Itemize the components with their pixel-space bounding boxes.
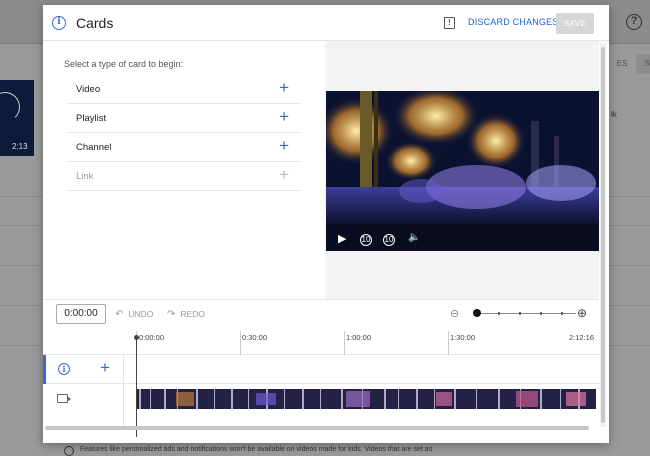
- zoom-tick: [519, 312, 521, 315]
- help-icon[interactable]: ?: [626, 14, 642, 30]
- card-type-video[interactable]: Video +: [67, 75, 301, 104]
- horizontal-scrollbar[interactable]: [43, 425, 591, 431]
- save-button[interactable]: SAVE: [556, 13, 594, 34]
- ruler-tick-label: 1:30:00: [450, 333, 476, 342]
- redo-button[interactable]: ↷ REDO: [167, 309, 205, 320]
- card-type-picker: Select a type of card to begin: Video + …: [43, 41, 325, 299]
- redo-icon: ↷: [167, 309, 176, 320]
- cards-track[interactable]: i +: [43, 355, 599, 384]
- video-preview[interactable]: ▶ 10 10 🔈: [326, 91, 599, 251]
- ruler-tick: [240, 331, 241, 355]
- timeline-toolbar: 0:00:00 ↶ UNDO ↷ REDO ⊖ ⊕: [43, 299, 599, 327]
- cards-track-icon: i: [58, 363, 70, 375]
- forward-10-icon[interactable]: 10: [383, 234, 395, 246]
- ruler-tick-label: 0:30:00: [242, 333, 268, 342]
- picker-prompt: Select a type of card to begin:: [64, 59, 184, 69]
- add-icon: +: [279, 165, 289, 184]
- volume-icon[interactable]: 🔈: [408, 232, 420, 243]
- background-right-button-1: ES: [608, 54, 636, 74]
- horizontal-scrollbar-thumb[interactable]: [45, 426, 589, 430]
- background-kids-notice: Features like personalized ads and notif…: [80, 446, 433, 453]
- timeline-ruler[interactable]: 0:00:00 0:30:00 1:00:00 1:30:00 2:12:16: [43, 327, 599, 355]
- undo-button[interactable]: ↶ UNDO: [115, 309, 153, 320]
- feedback-icon[interactable]: !: [444, 17, 455, 29]
- preview-panel: ▶ 10 10 🔈: [325, 41, 599, 299]
- card-type-link: Link +: [67, 162, 301, 191]
- ruler-tick-label: 0:00:00: [139, 333, 165, 342]
- add-card-icon[interactable]: +: [100, 358, 110, 378]
- redo-label: REDO: [180, 309, 205, 319]
- rewind-10-icon[interactable]: 10: [360, 234, 372, 246]
- info-icon[interactable]: i: [52, 16, 66, 30]
- vertical-scrollbar[interactable]: [600, 43, 606, 427]
- dialog-header: i Cards ! DISCARD CHANGES SAVE: [43, 5, 609, 41]
- add-icon[interactable]: +: [279, 78, 289, 98]
- playhead-line[interactable]: [136, 337, 137, 437]
- video-filmstrip[interactable]: [136, 389, 596, 409]
- card-type-label: Playlist: [76, 113, 107, 124]
- zoom-tick: [561, 312, 563, 315]
- zoom-slider-handle[interactable]: [473, 309, 481, 317]
- ruler-tick: [448, 331, 449, 355]
- undo-icon: ↶: [115, 309, 124, 320]
- background-info-icon: [64, 446, 74, 456]
- video-track-icon: [57, 394, 71, 403]
- filmstrip-frames: [136, 389, 596, 409]
- ruler-tick: [344, 331, 345, 355]
- ruler-tick-label: 2:12:16: [569, 333, 595, 342]
- add-icon[interactable]: +: [279, 136, 289, 156]
- background-thumbnail-duration: 2:13: [12, 142, 28, 151]
- play-icon[interactable]: ▶: [338, 232, 346, 245]
- background-right-button-2: SA: [636, 54, 650, 74]
- active-track-indicator: [43, 355, 46, 384]
- cards-dialog: i Cards ! DISCARD CHANGES SAVE Select a …: [43, 5, 609, 443]
- add-icon[interactable]: +: [279, 107, 289, 127]
- card-type-label: Video: [76, 84, 101, 95]
- ruler-tick-label: 1:00:00: [346, 333, 372, 342]
- discard-changes-button[interactable]: DISCARD CHANGES: [468, 17, 559, 27]
- zoom-tick: [498, 312, 500, 315]
- player-controls: ▶ 10 10 🔈: [326, 227, 599, 251]
- current-time-field[interactable]: 0:00:00: [56, 304, 106, 324]
- dialog-title: Cards: [76, 15, 114, 31]
- vertical-scrollbar-thumb[interactable]: [601, 47, 605, 423]
- zoom-out-icon[interactable]: ⊖: [450, 307, 459, 320]
- zoom-tick: [540, 312, 542, 315]
- undo-label: UNDO: [128, 309, 154, 319]
- zoom-in-icon[interactable]: ⊕: [577, 306, 587, 320]
- card-type-channel[interactable]: Channel +: [67, 133, 301, 162]
- background-right-link: lk: [611, 110, 617, 119]
- card-type-playlist[interactable]: Playlist +: [67, 104, 301, 133]
- card-type-label: Link: [76, 171, 94, 182]
- card-type-label: Channel: [76, 142, 112, 153]
